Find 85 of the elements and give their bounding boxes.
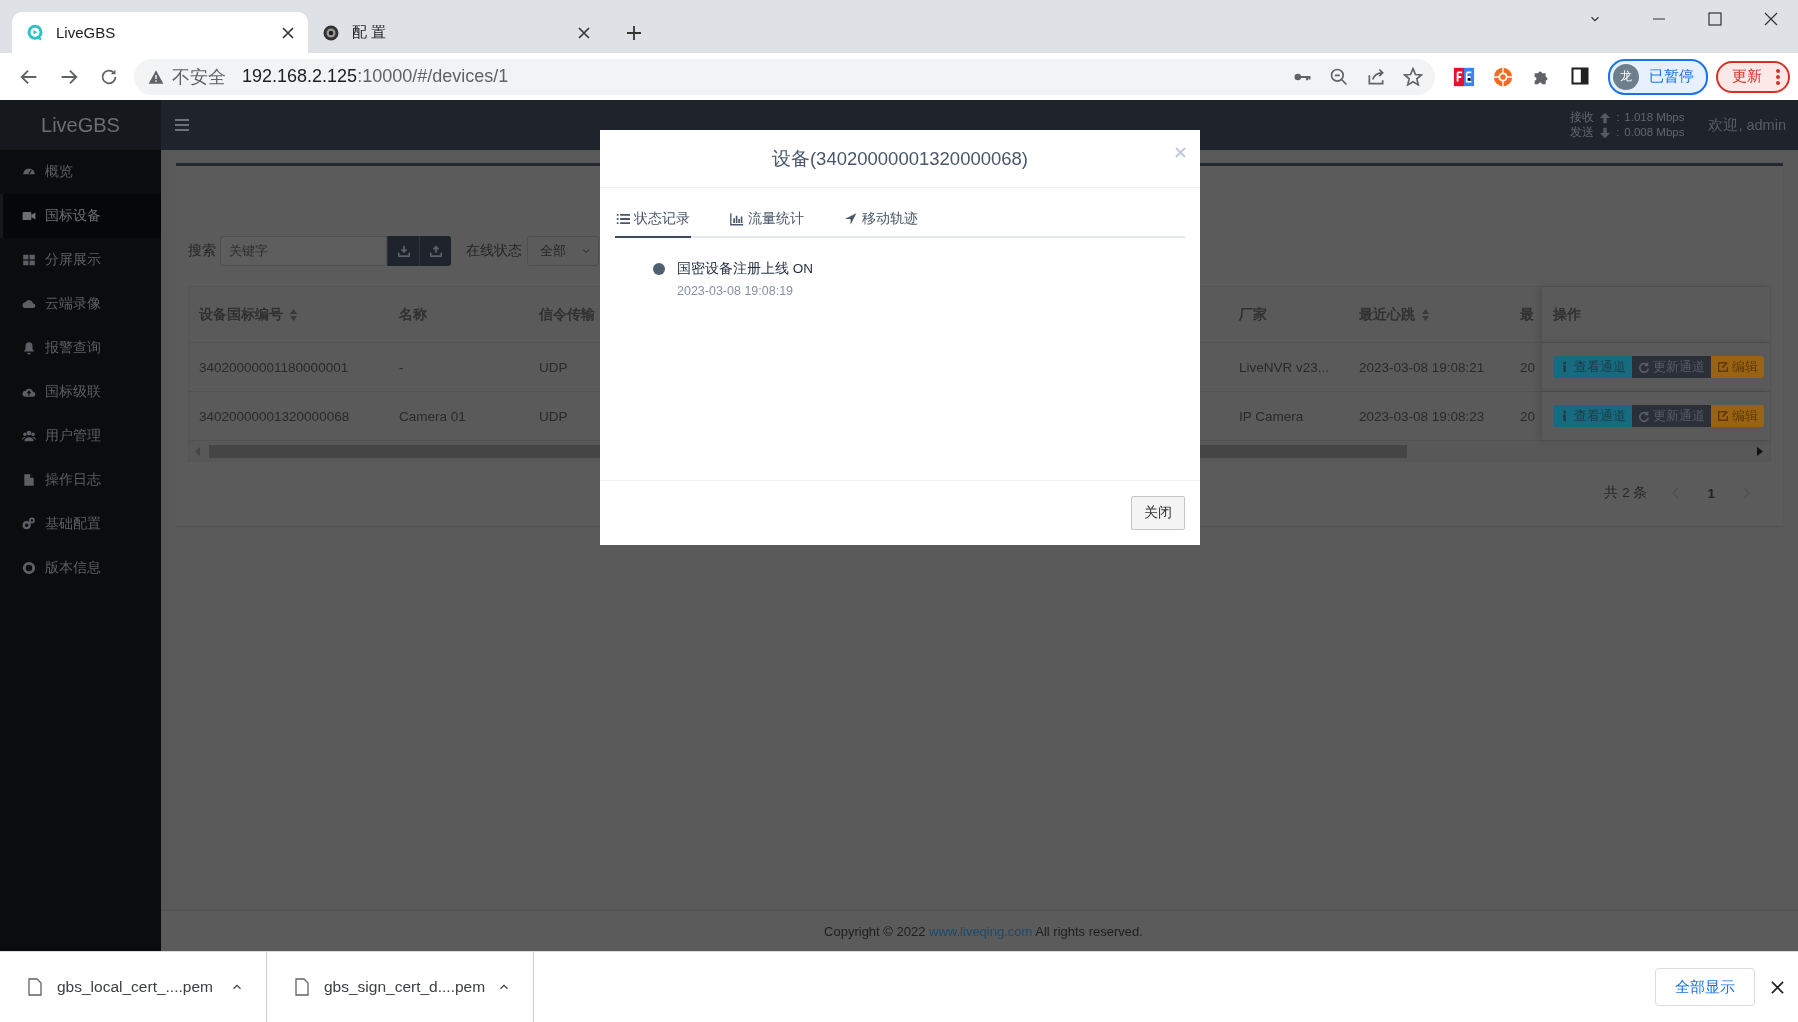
edit-button[interactable]: 编辑 <box>1711 405 1764 427</box>
close-icon[interactable] <box>578 26 590 39</box>
modal-tab[interactable]: 移动轨迹 <box>843 210 919 238</box>
event-text: 国密设备注册上线 ON <box>677 260 813 278</box>
show-all-button[interactable]: 全部显示 <box>1655 968 1755 1006</box>
sort-icon <box>289 307 298 322</box>
camera-lens-icon <box>322 23 340 42</box>
traffic-value: 1.018 Mbps <box>1624 110 1685 125</box>
up-arrow-icon <box>1599 111 1612 124</box>
side-panel-icon[interactable] <box>1570 65 1590 86</box>
sidebar-item[interactable]: 分屏展示 <box>0 238 161 282</box>
new-tab-icon[interactable] <box>626 25 642 41</box>
close-icon[interactable] <box>282 26 294 39</box>
separator-text: : <box>1616 110 1620 125</box>
warning-icon <box>148 68 164 85</box>
file-icon <box>295 978 309 996</box>
close-button[interactable]: 关闭 <box>1131 496 1185 530</box>
star-icon[interactable] <box>1403 66 1423 87</box>
upload-icon <box>429 245 442 257</box>
close-icon[interactable] <box>1771 980 1784 994</box>
download-icon <box>397 245 410 257</box>
sidebar-item[interactable]: 报警查询 <box>0 326 161 370</box>
sidebar-item[interactable]: 用户管理 <box>0 414 161 458</box>
extension-icon[interactable] <box>1453 65 1475 88</box>
close-icon[interactable] <box>1764 12 1778 26</box>
timeline-dot <box>653 263 665 275</box>
import-button[interactable] <box>387 236 419 266</box>
scroll-right-icon[interactable] <box>1757 446 1763 456</box>
separator-text: : <box>1616 125 1620 140</box>
more-icon <box>1776 68 1780 85</box>
video-camera-icon <box>22 209 36 223</box>
down-arrow-icon <box>1599 126 1612 139</box>
download-item[interactable]: gbs_sign_cert_d....pem <box>267 952 534 1022</box>
sidebar-item[interactable]: 基础配置 <box>0 502 161 546</box>
refresh-icon <box>1638 361 1650 373</box>
sidebar-item[interactable]: 云端录像 <box>0 282 161 326</box>
app-logo-icon <box>26 23 44 42</box>
gears-icon <box>22 517 36 531</box>
export-button[interactable] <box>419 236 451 266</box>
cloud-icon <box>22 297 36 311</box>
maximize-icon[interactable] <box>1708 12 1722 26</box>
download-item[interactable]: gbs_local_cert_....pem <box>0 952 267 1022</box>
edit-icon <box>1717 361 1729 373</box>
sidebar-item[interactable]: 国标设备 <box>0 194 161 238</box>
traffic-value: 0.008 Mbps <box>1624 125 1685 140</box>
security-label: 不安全 <box>172 65 226 89</box>
traffic-label: 接收 <box>1570 110 1595 125</box>
app-logo: LiveGBS <box>0 100 161 150</box>
modal-title: 设备(34020000001320000068) <box>771 147 1029 171</box>
grid-icon <box>22 253 36 267</box>
avatar: 龙 <box>1613 63 1639 90</box>
list-icon <box>616 212 630 226</box>
browser-tab[interactable]: 配 置 <box>308 12 604 53</box>
copyright-text: Copyright © 2022 www.liveqing.com All rights reserved. <box>824 923 1143 939</box>
life-ring-icon <box>22 561 36 575</box>
edit-icon <box>1717 410 1729 422</box>
file-icon <box>22 473 36 487</box>
bar-chart-icon <box>730 212 744 226</box>
sidebar-item[interactable]: 国标级联 <box>0 370 161 414</box>
users-icon <box>22 429 36 443</box>
bell-icon <box>22 341 36 355</box>
file-icon <box>28 978 42 996</box>
table-cell-text: - <box>398 359 405 375</box>
sidebar-item[interactable]: 版本信息 <box>0 546 161 590</box>
page-number[interactable]: 1 <box>1699 485 1723 501</box>
traffic-label: 发送 <box>1570 125 1595 140</box>
profile-button[interactable]: 龙 已暂停 <box>1608 58 1708 95</box>
browser-tab[interactable]: LiveGBS <box>12 12 308 53</box>
location-arrow-icon <box>844 212 858 226</box>
extension-icon[interactable] <box>1492 65 1514 88</box>
modal-tab[interactable]: 流量统计 <box>729 210 805 238</box>
url-text: 192.168.2.125:10000/#/devices/1 <box>242 66 509 87</box>
event-time: 2023-03-08 19:08:19 <box>677 284 795 298</box>
welcome-text: 欢迎, admin <box>1708 115 1786 135</box>
edit-button[interactable]: 编辑 <box>1711 356 1764 378</box>
address-bar[interactable]: 不安全 192.168.2.125:10000/#/devices/1 <box>134 58 1435 95</box>
zoom-out-icon[interactable] <box>1329 66 1349 87</box>
share-icon[interactable] <box>1366 66 1386 87</box>
menu-icon[interactable] <box>175 119 189 131</box>
modal-tab[interactable]: 状态记录 <box>615 210 691 238</box>
refresh-icon <box>1638 410 1650 422</box>
sidebar-item[interactable]: 概览 <box>0 150 161 194</box>
sort-icon <box>1421 307 1430 322</box>
sidebar-item[interactable]: 操作日志 <box>0 458 161 502</box>
update-button[interactable]: 更新 <box>1716 60 1790 93</box>
